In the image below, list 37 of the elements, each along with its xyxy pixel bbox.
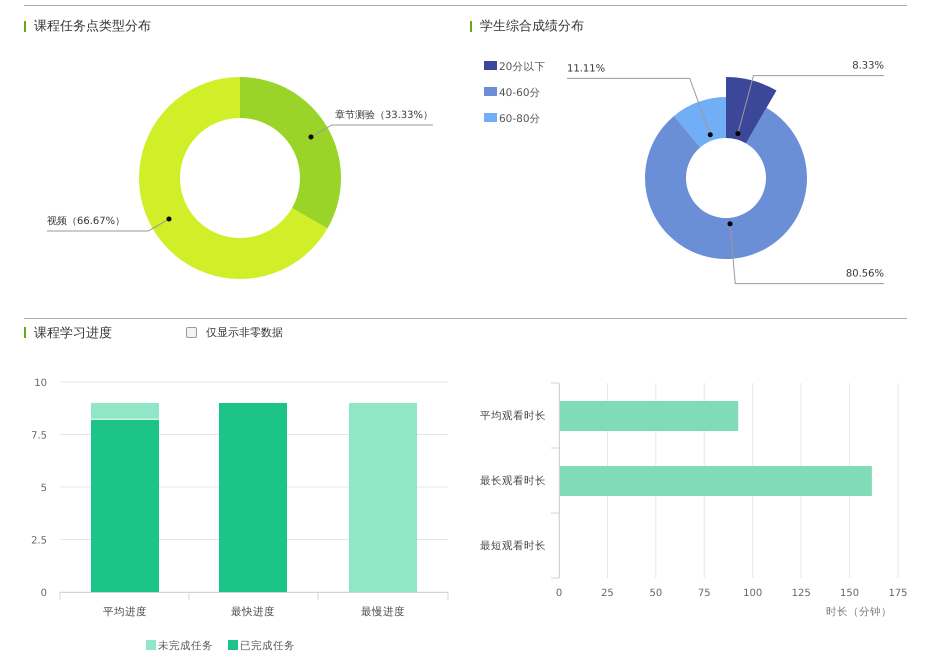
category-label: 最长观看时长 xyxy=(480,475,546,487)
axis-label: 50 xyxy=(650,588,662,599)
category-label: 最短观看时长 xyxy=(480,540,546,552)
section-title: 课程任务点类型分布 xyxy=(34,18,151,35)
section-title: 课程学习进度 xyxy=(34,324,112,342)
axis-label: 2.5 xyxy=(31,536,47,546)
axis-label: 100 xyxy=(743,588,762,599)
category-label: 平均观看时长 xyxy=(480,410,546,422)
data-label: 章节测验（33.33%） xyxy=(334,110,433,121)
axis-label: 0 xyxy=(40,588,47,599)
axis-label: 5 xyxy=(40,483,47,494)
data-label: 11.11% xyxy=(567,63,606,74)
legend-swatch xyxy=(228,640,238,650)
checkbox-label: 仅显示非零数据 xyxy=(206,325,283,340)
section-title: 学生综合成绩分布 xyxy=(480,18,584,35)
category-label: 最慢进度 xyxy=(361,606,405,618)
legend-label[interactable]: 未完成任务 xyxy=(158,640,213,652)
axis-label: 175 xyxy=(888,588,907,599)
axis-label: 0 xyxy=(556,588,562,599)
axis-label: 125 xyxy=(792,588,811,599)
data-label: 视频（66.67%） xyxy=(47,216,126,227)
legend-label[interactable]: 已完成任务 xyxy=(240,640,295,652)
legend-label[interactable]: 60-80分 xyxy=(499,113,541,125)
axis-label: 75 xyxy=(698,588,711,599)
axis-label: 10 xyxy=(34,378,47,389)
axis-label: 25 xyxy=(601,588,614,599)
checkbox[interactable] xyxy=(186,327,197,338)
axis-label: 150 xyxy=(840,588,860,599)
axis-title: 时长（分钟） xyxy=(826,606,892,618)
legend-label[interactable]: 20分以下 xyxy=(499,61,546,73)
category-label: 最快进度 xyxy=(231,606,275,618)
legend-swatch xyxy=(146,640,156,650)
data-label: 8.33% xyxy=(852,60,884,72)
legend-label[interactable]: 40-60分 xyxy=(499,87,541,99)
data-label: 80.56% xyxy=(846,268,884,280)
axis-label: 7.5 xyxy=(31,430,47,442)
category-label: 平均进度 xyxy=(103,606,147,618)
